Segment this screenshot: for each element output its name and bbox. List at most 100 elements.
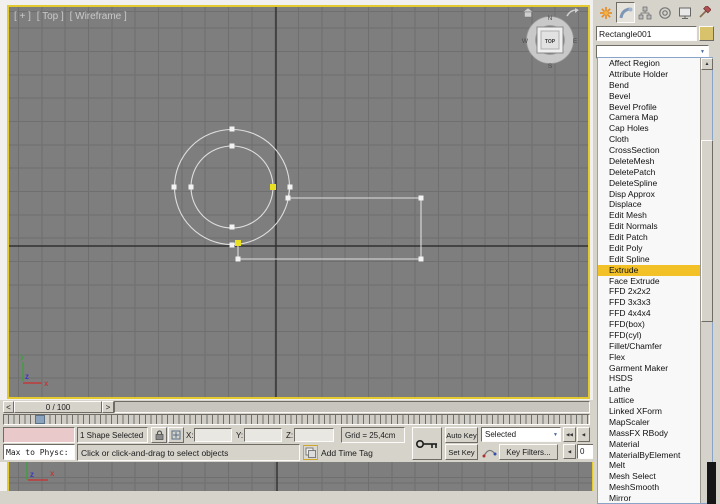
modifier-list-item[interactable]: Face Extrude: [598, 276, 700, 287]
modifier-list-item[interactable]: FFD 4x4x4: [598, 308, 700, 319]
modifier-list-item[interactable]: Material: [598, 439, 700, 450]
selection-lock-toggle[interactable]: [151, 427, 167, 443]
absolute-mode-toggle[interactable]: [168, 427, 184, 443]
modifier-list-item[interactable]: Melt: [598, 460, 700, 471]
auto-key-button[interactable]: Auto Key: [445, 427, 478, 443]
track-bar-thumb[interactable]: [35, 415, 45, 424]
modifier-list-item[interactable]: Edit Spline: [598, 254, 700, 265]
modifier-list-item[interactable]: Mirror: [598, 493, 700, 503]
go-to-start-button[interactable]: ◀◀: [563, 427, 576, 442]
vertex[interactable]: [285, 195, 291, 201]
vertex[interactable]: [229, 224, 235, 230]
tab-create[interactable]: [596, 2, 616, 23]
modifier-list-item[interactable]: HSDS: [598, 373, 700, 384]
modifier-list-item[interactable]: Edit Normals: [598, 221, 700, 232]
modifier-list-item[interactable]: MeshSmooth: [598, 482, 700, 493]
modifier-list-item[interactable]: Edit Patch: [598, 232, 700, 243]
vertex[interactable]: [235, 256, 241, 262]
first-vertex[interactable]: [270, 184, 276, 190]
time-tag-icon-button[interactable]: [303, 445, 318, 460]
modifier-list-item[interactable]: Bend: [598, 80, 700, 91]
y-coordinate-field[interactable]: [244, 428, 282, 442]
vertex[interactable]: [229, 126, 235, 132]
modifier-list-item[interactable]: MaterialByElement: [598, 450, 700, 461]
modifier-list-item[interactable]: FFD(cyl): [598, 330, 700, 341]
modifier-list-item[interactable]: MapScaler: [598, 417, 700, 428]
z-coordinate-field[interactable]: [294, 428, 334, 442]
add-time-tag[interactable]: Add Time Tag: [321, 448, 373, 458]
modifier-list-item[interactable]: Disp Approx: [598, 189, 700, 200]
scrollbar-up-button[interactable]: ▲: [701, 58, 713, 70]
modifier-list-item[interactable]: Bevel Profile: [598, 102, 700, 113]
current-frame-field[interactable]: 0: [577, 444, 594, 459]
tab-display[interactable]: [675, 2, 695, 23]
modifier-list-item[interactable]: Flex: [598, 352, 700, 363]
viewcube-west-label[interactable]: W: [522, 38, 529, 45]
set-key-button[interactable]: Set Key: [445, 444, 478, 460]
modifier-list-scrollbar[interactable]: ▲: [700, 58, 713, 503]
previous-key-button[interactable]: ◀: [563, 444, 576, 459]
modifier-list-item[interactable]: Cap Holes: [598, 123, 700, 134]
modifier-list-item[interactable]: CrossSection: [598, 145, 700, 156]
modifier-list-item[interactable]: Edit Mesh: [598, 210, 700, 221]
viewcube[interactable]: TOP N S W E: [519, 7, 585, 77]
modifier-list-item[interactable]: Extrude: [598, 264, 700, 276]
maxscript-mini-listener[interactable]: Max to Physc:: [3, 444, 75, 460]
tab-motion[interactable]: [655, 2, 675, 23]
viewcube-east-label[interactable]: E: [573, 38, 578, 45]
rectangle-spline[interactable]: [232, 186, 422, 260]
modifier-list-item[interactable]: Edit Poly: [598, 243, 700, 254]
modifier-list-item[interactable]: DeletePatch: [598, 167, 700, 178]
vertex[interactable]: [287, 184, 293, 190]
default-tangent-button[interactable]: [482, 444, 497, 460]
macro-recorder-field[interactable]: [3, 427, 75, 443]
key-filters-button[interactable]: Key Filters...: [499, 444, 558, 460]
modifier-list-item[interactable]: Lattice: [598, 395, 700, 406]
viewcube-south-label[interactable]: S: [548, 63, 553, 70]
modifier-list-item[interactable]: Lathe: [598, 384, 700, 395]
tab-hierarchy[interactable]: [635, 2, 655, 23]
modifier-list-item[interactable]: Affect Region: [598, 58, 700, 69]
combo-arrow-icon[interactable]: ▼: [700, 49, 705, 55]
tab-modify[interactable]: [615, 2, 636, 23]
modifier-list-item[interactable]: Displace: [598, 199, 700, 210]
x-coordinate-field[interactable]: [194, 428, 232, 442]
set-keys-button[interactable]: [412, 427, 442, 460]
vertex[interactable]: [229, 143, 235, 149]
time-slider-track[interactable]: [114, 401, 590, 413]
track-bar[interactable]: [3, 414, 590, 425]
viewcube-rotate-arrow-icon[interactable]: [566, 9, 577, 17]
modifier-list-item[interactable]: Cloth: [598, 134, 700, 145]
viewport-top[interactable]: [ + ] [ Top ] [ Wireframe ] y x z TOP N …: [7, 5, 590, 399]
modifier-list-item[interactable]: FFD 2x2x2: [598, 286, 700, 297]
first-vertex[interactable]: [235, 240, 241, 246]
modifier-list-item[interactable]: FFD 3x3x3: [598, 297, 700, 308]
vertex[interactable]: [418, 256, 424, 262]
modifier-list-item[interactable]: Mesh Select: [598, 471, 700, 482]
modifier-list-item[interactable]: Bevel: [598, 91, 700, 102]
scrollbar-thumb[interactable]: [701, 140, 713, 322]
modifier-list-item[interactable]: DeleteSpline: [598, 178, 700, 189]
modifier-list-item[interactable]: Garment Maker: [598, 363, 700, 374]
inner-circle-spline[interactable]: [190, 145, 274, 229]
dropdown-arrow-icon[interactable]: ▼: [553, 432, 558, 438]
vertex[interactable]: [188, 184, 194, 190]
vertex[interactable]: [171, 184, 177, 190]
tab-utilities[interactable]: [694, 2, 714, 23]
modifier-list-item[interactable]: MassFX RBody: [598, 428, 700, 439]
vertex[interactable]: [229, 242, 235, 248]
time-slider-handle[interactable]: 0 / 100: [14, 401, 102, 413]
modifier-list-item[interactable]: Linked XForm: [598, 406, 700, 417]
next-frame-button[interactable]: >: [102, 401, 114, 413]
previous-frame-time-button[interactable]: ◀: [577, 427, 590, 442]
modifier-list-item[interactable]: Camera Map: [598, 112, 700, 123]
object-color-swatch[interactable]: [699, 26, 714, 41]
modifier-list-item[interactable]: DeleteMesh: [598, 156, 700, 167]
vertex[interactable]: [418, 195, 424, 201]
selection-filter-dropdown[interactable]: Selected ▼: [481, 427, 561, 442]
previous-frame-button[interactable]: <: [3, 401, 14, 413]
viewcube-home-icon[interactable]: [522, 7, 534, 18]
modifier-list-item[interactable]: FFD(box): [598, 319, 700, 330]
viewport-front-strip[interactable]: z x: [7, 462, 594, 491]
object-name-field[interactable]: Rectangle001: [596, 26, 697, 41]
